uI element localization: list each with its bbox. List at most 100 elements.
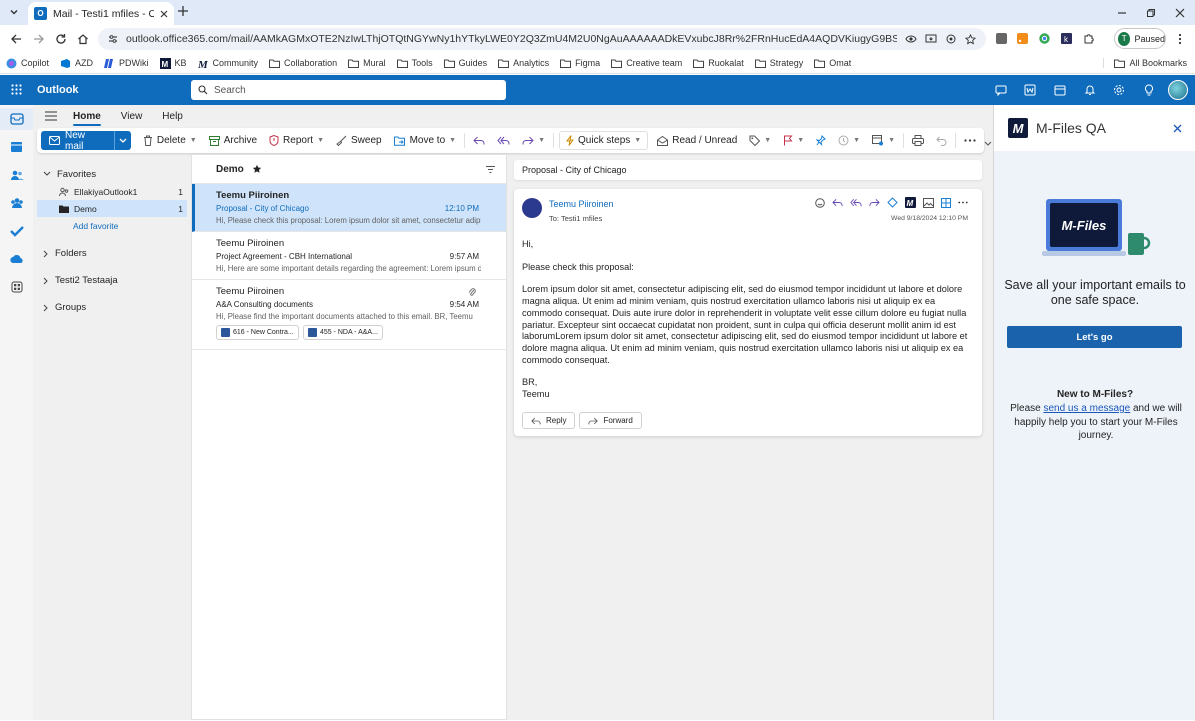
new-mail-dropdown[interactable] bbox=[113, 131, 131, 150]
extensions-puzzle-icon[interactable] bbox=[1083, 33, 1094, 44]
flag-button[interactable]: ▼ bbox=[777, 128, 810, 153]
reply-button[interactable]: Reply bbox=[522, 412, 576, 429]
profile-button[interactable]: T Paused bbox=[1114, 28, 1166, 49]
close-window-icon[interactable] bbox=[1175, 8, 1185, 18]
attachment-chip[interactable]: 455 - NDA - A&A... bbox=[302, 325, 383, 340]
quick-steps-button[interactable]: Quick steps ▼ bbox=[559, 131, 649, 150]
image-icon[interactable] bbox=[923, 197, 934, 208]
settings-gear-icon[interactable] bbox=[1113, 84, 1125, 96]
favorite-folder[interactable]: EllakiyaOutlook1 1 bbox=[37, 183, 187, 200]
tab-view[interactable]: View bbox=[111, 105, 153, 127]
bookmark-folder[interactable]: Mural bbox=[348, 58, 386, 68]
sender-name[interactable]: Teemu Piiroinen bbox=[549, 199, 614, 209]
app-name[interactable]: Outlook bbox=[37, 84, 79, 96]
message-item[interactable]: Teemu Piiroinen Project Agreement - CBH … bbox=[192, 232, 506, 280]
tips-lightbulb-icon[interactable] bbox=[1143, 84, 1155, 96]
read-unread-button[interactable]: Read / Unread bbox=[651, 128, 743, 153]
rail-calendar[interactable] bbox=[0, 136, 33, 158]
close-icon[interactable] bbox=[1173, 124, 1182, 133]
bookmark-item[interactable]: M Community bbox=[198, 58, 259, 69]
extension-m365-icon[interactable] bbox=[996, 33, 1007, 44]
word-icon[interactable] bbox=[1024, 84, 1036, 96]
forward-button[interactable]: Forward bbox=[579, 412, 642, 429]
tab-search-icon[interactable] bbox=[8, 6, 20, 18]
site-info-icon[interactable] bbox=[108, 34, 118, 44]
all-bookmarks[interactable]: All Bookmarks bbox=[1103, 58, 1187, 68]
new-tab-icon[interactable] bbox=[178, 6, 188, 16]
extension-k-icon[interactable]: k bbox=[1061, 33, 1072, 44]
lets-go-button[interactable]: Let's go bbox=[1007, 326, 1182, 348]
home-icon[interactable] bbox=[77, 33, 89, 45]
tracking-icon[interactable] bbox=[945, 34, 957, 44]
more-options-button[interactable] bbox=[958, 128, 982, 153]
reload-icon[interactable] bbox=[55, 33, 67, 45]
eye-icon[interactable] bbox=[905, 34, 917, 44]
favorite-folder-selected[interactable]: Demo 1 bbox=[37, 200, 187, 217]
bookmark-folder[interactable]: Creative team bbox=[611, 58, 682, 68]
forward-icon[interactable] bbox=[33, 33, 45, 45]
bookmark-folder[interactable]: Figma bbox=[560, 58, 600, 68]
bookmark-folder[interactable]: Ruokalat bbox=[693, 58, 744, 68]
send-message-link[interactable]: send us a message bbox=[1043, 403, 1130, 414]
apps-addin-icon[interactable] bbox=[941, 197, 951, 208]
rail-onedrive[interactable] bbox=[0, 248, 33, 270]
more-horizontal-icon[interactable] bbox=[958, 201, 968, 204]
search-input[interactable]: Search bbox=[191, 80, 506, 100]
add-favorite-link[interactable]: Add favorite bbox=[37, 217, 187, 234]
app-launcher-icon[interactable] bbox=[11, 84, 22, 95]
hamburger-menu-icon[interactable] bbox=[45, 111, 57, 121]
ribbon-collapse-icon[interactable] bbox=[984, 141, 992, 147]
back-icon[interactable] bbox=[10, 33, 22, 45]
minimize-icon[interactable] bbox=[1117, 8, 1127, 18]
bookmark-item[interactable]: PDWiki bbox=[104, 58, 149, 69]
snooze-button[interactable]: ▼ bbox=[832, 128, 866, 153]
sweep-button[interactable]: Sweep bbox=[330, 128, 388, 153]
bookmark-folder[interactable]: Tools bbox=[396, 58, 433, 68]
sender-avatar[interactable] bbox=[522, 198, 542, 218]
account-avatar[interactable] bbox=[1168, 80, 1188, 100]
star-icon[interactable] bbox=[965, 33, 976, 45]
bookmark-folder[interactable]: Strategy bbox=[754, 58, 803, 68]
browser-menu-icon[interactable] bbox=[1178, 33, 1182, 45]
tab-help[interactable]: Help bbox=[152, 105, 193, 127]
extension-chrome-icon[interactable] bbox=[1039, 33, 1050, 44]
restore-icon[interactable] bbox=[1146, 8, 1156, 18]
forward-arrow-icon[interactable] bbox=[869, 198, 880, 207]
url-field[interactable]: outlook.office365.com/mail/AAMkAGMxOTE2N… bbox=[98, 28, 986, 50]
favorite-star-icon[interactable] bbox=[252, 164, 262, 174]
delete-button[interactable]: Delete ▼ bbox=[137, 128, 203, 153]
bookmark-item[interactable]: AZD bbox=[60, 58, 93, 69]
bookmark-item[interactable]: M KB bbox=[159, 57, 187, 69]
bookmark-item[interactable]: Copilot bbox=[6, 58, 49, 69]
rail-groups[interactable] bbox=[0, 192, 33, 214]
print-button[interactable] bbox=[906, 128, 930, 153]
tab-home[interactable]: Home bbox=[63, 105, 111, 127]
categorize-button[interactable]: ▼ bbox=[743, 128, 777, 153]
archive-button[interactable]: Archive bbox=[203, 128, 263, 153]
rail-mail[interactable] bbox=[0, 108, 33, 130]
message-item[interactable]: Teemu Piiroinen A&A Consulting documents… bbox=[192, 280, 506, 350]
bookmark-folder[interactable]: Collaboration bbox=[269, 58, 337, 68]
filter-icon[interactable] bbox=[486, 165, 495, 173]
extension-rss-icon[interactable] bbox=[1017, 33, 1028, 44]
notifications-icon[interactable] bbox=[1084, 84, 1096, 96]
pin-button[interactable] bbox=[810, 128, 832, 153]
browser-tab[interactable]: O Mail - Testi1 mfiles - Outlook bbox=[28, 2, 174, 25]
emoji-react-icon[interactable] bbox=[815, 197, 825, 208]
my-day-icon[interactable] bbox=[1054, 84, 1066, 96]
teams-chat-icon[interactable] bbox=[995, 84, 1007, 96]
close-tab-icon[interactable] bbox=[160, 10, 168, 18]
reply-icon[interactable] bbox=[832, 198, 843, 207]
rail-todo[interactable] bbox=[0, 220, 33, 242]
undo-button[interactable] bbox=[930, 128, 953, 153]
rules-button[interactable]: ▼ bbox=[866, 128, 901, 153]
groups-header[interactable]: Groups bbox=[37, 294, 187, 321]
rail-more-apps[interactable] bbox=[0, 276, 33, 298]
favorites-header[interactable]: Favorites bbox=[37, 165, 187, 183]
reply-all-button[interactable] bbox=[491, 128, 516, 153]
mfiles-addin-icon[interactable]: M bbox=[905, 197, 916, 208]
new-mail-button[interactable]: New mail bbox=[41, 130, 114, 152]
account-header[interactable]: Testi2 Testaaja bbox=[37, 267, 187, 294]
attachment-chip[interactable]: 616 - New Contra... bbox=[216, 325, 299, 340]
message-item-selected[interactable]: Teemu Piiroinen Proposal - City of Chica… bbox=[192, 184, 506, 232]
